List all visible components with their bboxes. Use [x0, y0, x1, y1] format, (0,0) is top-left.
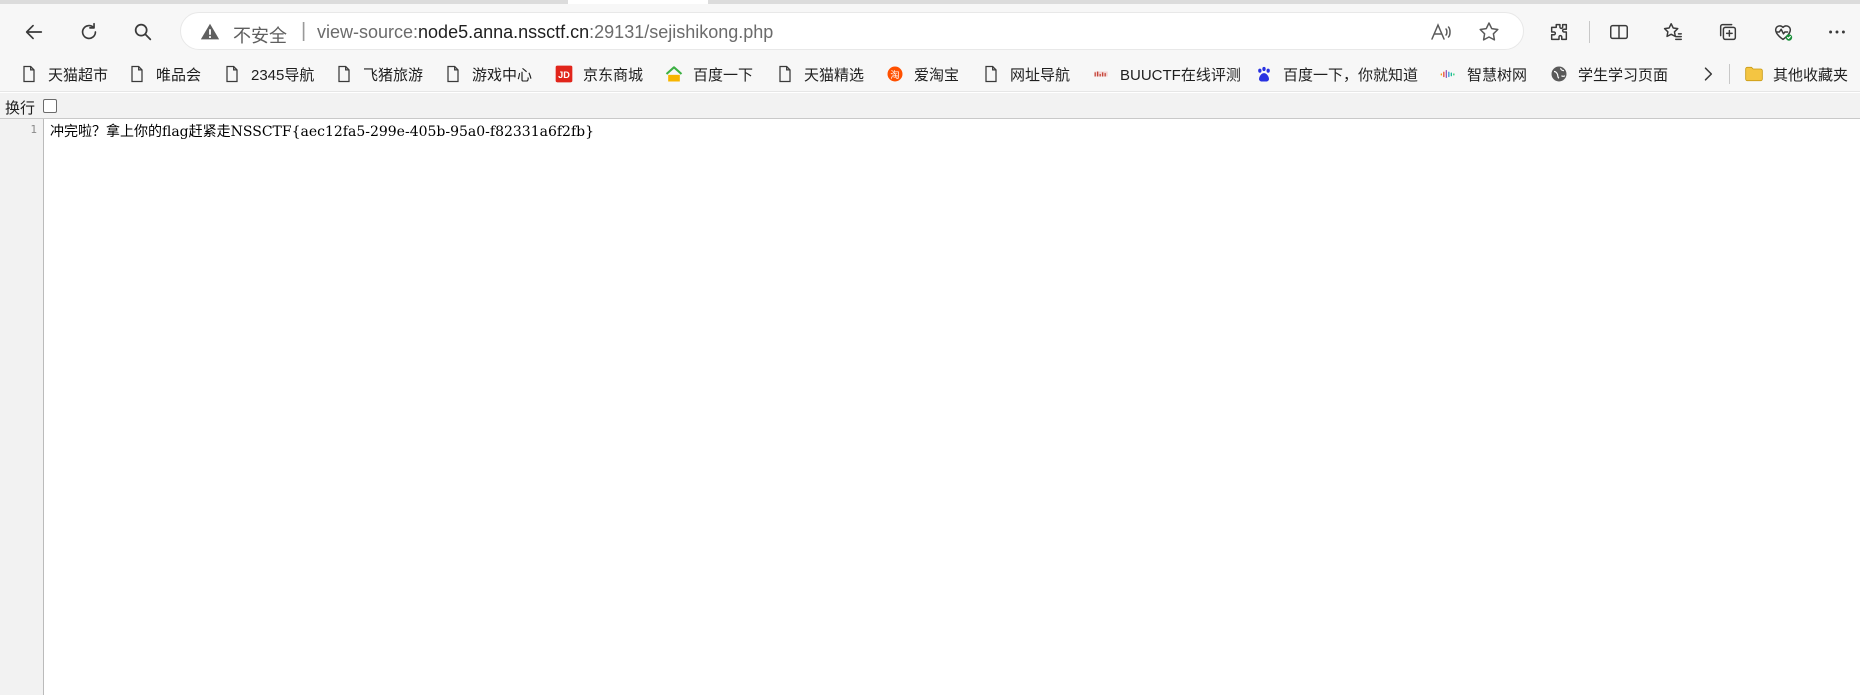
view-source-wrap-bar: 换行	[0, 93, 1860, 119]
bookmark-item[interactable]: 百度一下，你就知道	[1253, 61, 1418, 87]
page-icon	[447, 65, 459, 83]
svg-text:淘: 淘	[890, 69, 899, 81]
extensions-icon	[1550, 23, 1568, 41]
extensions-button[interactable]	[1541, 14, 1577, 50]
back-icon	[25, 24, 43, 40]
bookmarks-bar: 天猫超市 唯品会 2345导航 飞猪旅游 游戏中心 JD 京东商城 百度一下 天猫…	[0, 56, 1860, 92]
url-text[interactable]: view-source:node5.anna.nssctf.cn:29131/s…	[317, 22, 773, 43]
bookmark-item[interactable]: 天猫超市	[18, 61, 108, 87]
favorite-star-icon[interactable]	[1477, 20, 1501, 44]
bookmark-label: 游戏中心	[472, 66, 533, 84]
bookmark-label: 百度一下	[693, 66, 754, 84]
page-icon	[985, 65, 997, 83]
bookmark-item[interactable]: 天猫精选	[774, 61, 864, 87]
bookmarks-overflow-button[interactable]	[1698, 61, 1718, 87]
bookmark-label: 学生学习页面	[1578, 66, 1669, 84]
split-screen-button[interactable]	[1601, 14, 1637, 50]
refresh-button[interactable]	[71, 14, 107, 50]
baidu-paw-icon	[1258, 66, 1270, 82]
bookmark-item[interactable]: 学生学习页面	[1548, 61, 1668, 87]
bookmark-label: 网址导航	[1010, 66, 1071, 84]
line-number: 1	[30, 123, 37, 136]
split-screen-icon	[1610, 24, 1628, 40]
bookmark-item[interactable]: 智慧树网	[1437, 61, 1527, 87]
jd-icon: JD	[555, 65, 573, 83]
bookmark-label: 飞猪旅游	[363, 66, 424, 84]
bookmark-label: 天猫超市	[48, 66, 109, 84]
page-icon	[338, 65, 350, 83]
bookmark-label: 其他收藏夹	[1773, 66, 1849, 84]
bookmarks-divider	[1729, 64, 1730, 84]
2345-icon	[665, 66, 683, 82]
refresh-icon	[81, 22, 97, 40]
bookmark-item[interactable]: 2345导航	[221, 61, 314, 87]
collections-icon	[1719, 23, 1737, 41]
bookmark-label: 百度一下，你就知道	[1283, 66, 1419, 84]
wrap-label: 换行	[5, 100, 36, 117]
wrap-checkbox[interactable]	[43, 99, 57, 113]
url-host: node5.anna.nssctf.cn	[418, 22, 590, 42]
url-path: :29131/sejishikong.php	[589, 22, 774, 42]
bookmark-label: 智慧树网	[1467, 66, 1528, 84]
bookmark-label: 唯品会	[156, 66, 202, 84]
address-bar[interactable]: 不安全 | view-source:node5.anna.nssctf.cn:2…	[180, 12, 1524, 50]
folder-icon	[1745, 66, 1763, 82]
favorites-icon	[1663, 23, 1682, 41]
bookmark-label: 爱淘宝	[914, 66, 960, 84]
toolbar-divider	[1589, 21, 1590, 43]
bookmark-label: 天猫精选	[804, 66, 865, 84]
page-icon	[226, 65, 238, 83]
source-line: 冲完啦？拿上你的flag赶紧走NSSCTF{aec12fa5-299e-405b…	[50, 124, 595, 140]
buuctf-icon	[1094, 71, 1108, 77]
search-icon	[134, 23, 152, 41]
bookmark-label: BUUCTF在线评测	[1120, 66, 1241, 84]
chevron-right-icon	[1704, 67, 1713, 81]
bookmark-item[interactable]: BUUCTF在线评测	[1090, 61, 1241, 87]
zhihuishu-icon	[1440, 70, 1455, 78]
security-status[interactable]: 不安全	[233, 22, 287, 48]
bookmark-item[interactable]: 唯品会	[126, 61, 201, 87]
page-icon	[131, 65, 143, 83]
taobao-icon: 淘	[887, 66, 903, 82]
other-favorites-folder[interactable]: 其他收藏夹	[1743, 61, 1848, 87]
address-separator: |	[301, 20, 307, 42]
bookmark-item[interactable]: 百度一下	[663, 61, 753, 87]
bookmark-item[interactable]: 淘 爱淘宝	[884, 61, 959, 87]
back-button[interactable]	[16, 14, 52, 50]
line-number-gutter: 1	[0, 119, 44, 695]
search-button[interactable]	[125, 14, 161, 50]
bookmark-item[interactable]: 飞猪旅游	[333, 61, 423, 87]
read-aloud-icon[interactable]	[1429, 20, 1453, 44]
page-icon	[23, 65, 35, 83]
browser-essentials-button[interactable]	[1765, 14, 1801, 50]
globe-icon	[1551, 66, 1567, 82]
warning-icon[interactable]	[199, 21, 221, 43]
bookmark-label: 京东商城	[583, 66, 644, 84]
bookmark-item[interactable]: JD 京东商城	[553, 61, 643, 87]
bookmark-item[interactable]: 网址导航	[980, 61, 1070, 87]
browser-essentials-icon	[1774, 25, 1793, 41]
bookmark-label: 2345导航	[251, 66, 315, 84]
collections-button[interactable]	[1710, 14, 1746, 50]
more-icon	[1829, 30, 1845, 34]
favorites-button[interactable]	[1655, 14, 1691, 50]
more-button[interactable]	[1819, 14, 1855, 50]
page-icon	[779, 65, 791, 83]
url-scheme: view-source:	[317, 22, 419, 42]
svg-text:JD: JD	[558, 70, 570, 80]
browser-toolbar: 不安全 | view-source:node5.anna.nssctf.cn:2…	[0, 4, 1860, 56]
bookmark-item[interactable]: 游戏中心	[442, 61, 532, 87]
